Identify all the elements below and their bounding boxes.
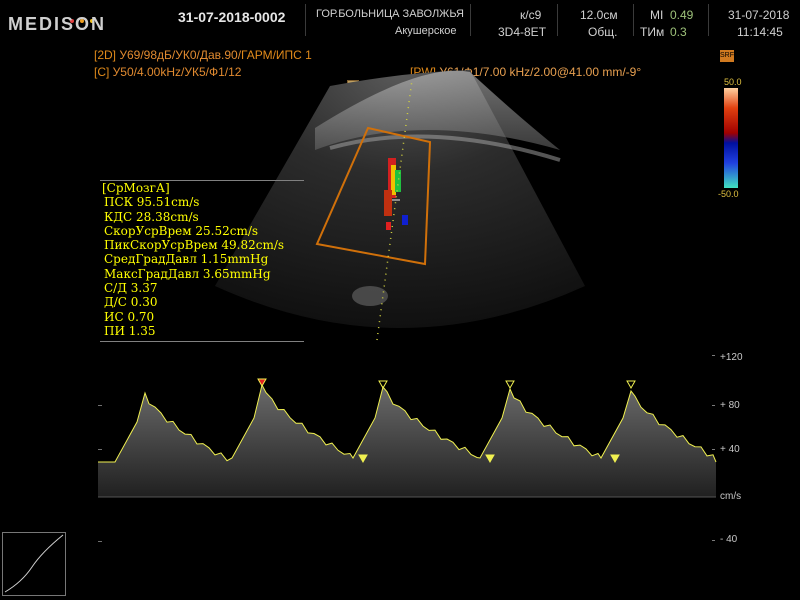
color-scale-bottom: -50.0 (718, 189, 739, 199)
spectral-doppler (98, 355, 717, 542)
gray-curve-thumbnail (2, 532, 66, 596)
color-scale-top: 50.0 (724, 77, 742, 87)
axis-tick-80: + 80 (720, 400, 740, 411)
peak-marker[interactable] (505, 380, 515, 390)
axis-tick-40: + 40 (720, 444, 740, 455)
measurement-item: Д/С 0.30 (104, 295, 158, 310)
measurement-item: ПикСкорУсрВрем 49.82cm/s (104, 238, 285, 253)
peak-marker[interactable] (626, 380, 636, 390)
axis-tick-120: +120 (720, 352, 743, 363)
axis-tick-neg40: - 40 (720, 534, 738, 545)
structure-echo (352, 286, 388, 306)
measurement-item: МаксГрадДавл 3.65mmHg (104, 266, 271, 281)
measurement-item: ПИ 1.35 (104, 323, 156, 338)
measurement-list: ПСК 95.51cm/s КДС 28.38cm/s СкорУсрВрем 25… (100, 195, 304, 338)
measurement-item: КДС 28.38cm/s (104, 209, 199, 224)
measurement-item: ПСК 95.51cm/s (104, 195, 200, 210)
measurement-panel: [СрМозгА] ПСК 95.51cm/s КДС 28.38cm/s Скор… (100, 180, 304, 342)
measurement-item: ИС 0.70 (104, 309, 155, 324)
measurement-item: СредГрадДавл 1.15mmHg (104, 252, 269, 267)
peak-marker-active[interactable] (257, 378, 267, 388)
axis-unit: cm/s (720, 491, 742, 502)
spectral-trace (98, 385, 716, 497)
color-scale-bar (724, 88, 738, 188)
measurement-item: СкорУсрВрем 25.52cm/s (104, 223, 259, 238)
measurement-title: [СрМозгА] (102, 181, 170, 195)
measurement-item: С/Д 3.37 (104, 281, 158, 296)
